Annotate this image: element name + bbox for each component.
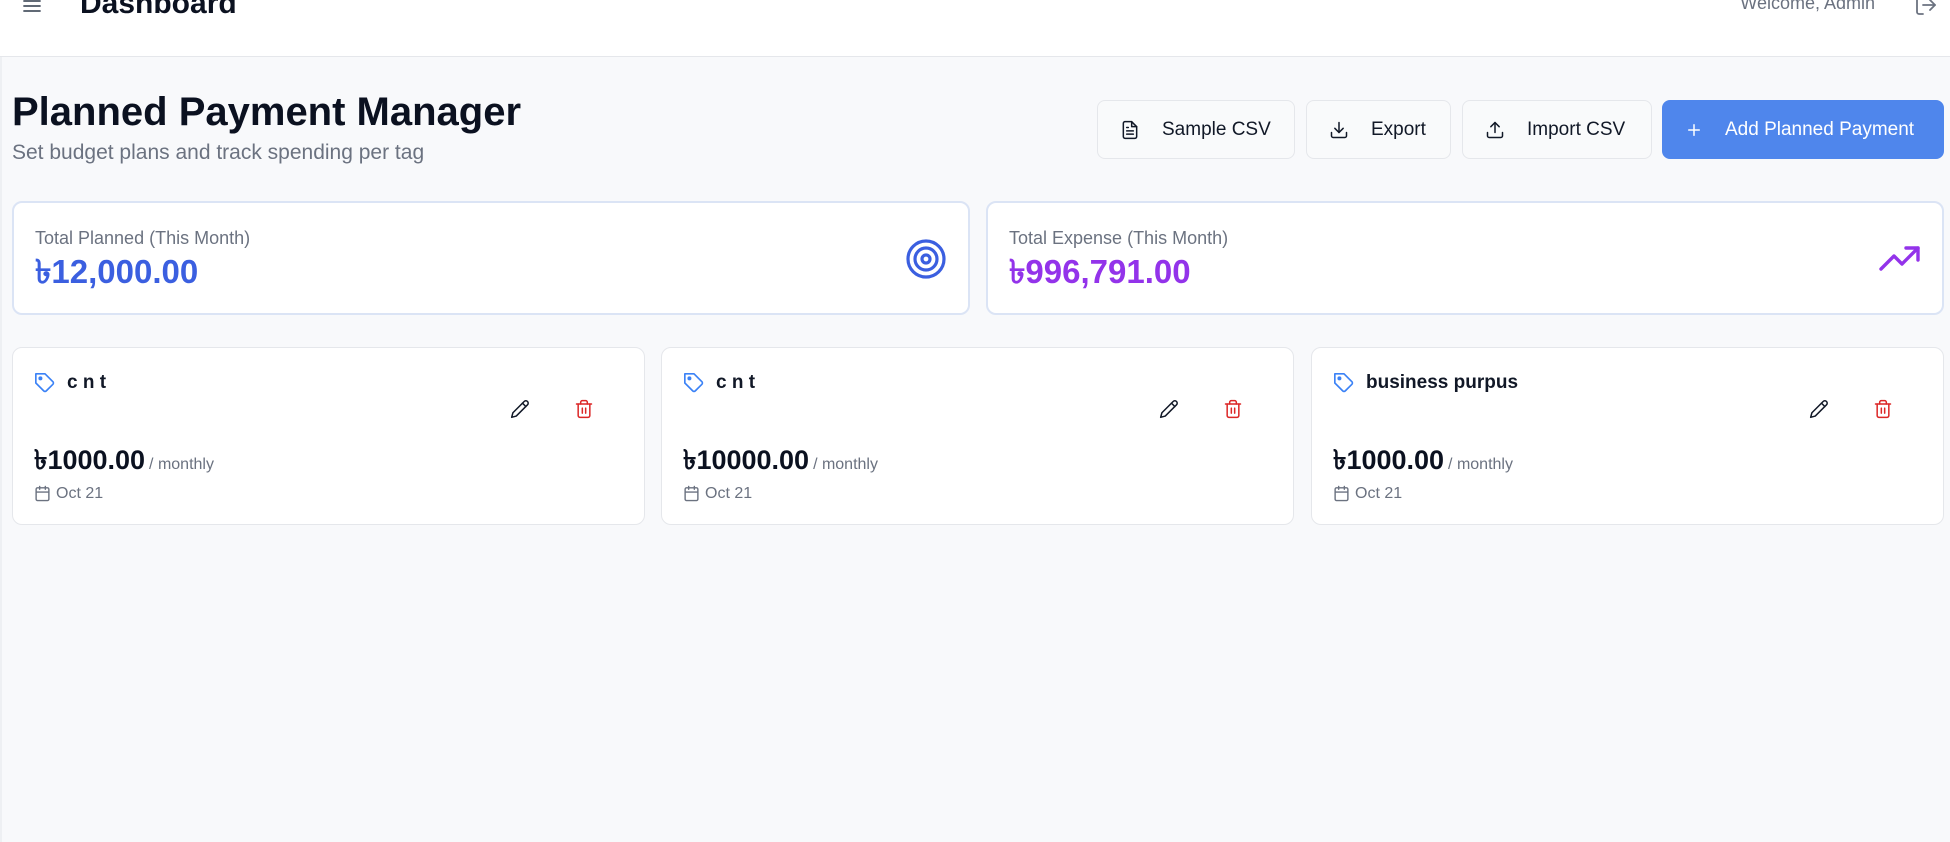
payment-date: Oct 21: [1355, 485, 1403, 502]
import-csv-label: Import CSV: [1527, 118, 1626, 140]
payment-period: / monthly: [149, 456, 214, 473]
export-button[interactable]: Export: [1306, 100, 1451, 159]
calendar-icon: [1334, 485, 1349, 502]
delete-button[interactable]: [1209, 385, 1257, 433]
delete-button[interactable]: [1859, 385, 1907, 433]
payment-amount-value: ৳1000.00: [1333, 445, 1445, 475]
edit-button[interactable]: [496, 385, 544, 433]
pencil-icon: [510, 400, 529, 419]
page-title: Planned Payment Manager: [12, 90, 522, 134]
delete-button[interactable]: [560, 385, 608, 433]
calendar-icon: [684, 485, 699, 502]
payment-amount: ৳1000.00/ monthly: [34, 443, 214, 482]
header-title: Dashboard: [80, 0, 237, 20]
total-planned-card: Total Planned (This Month) ৳12,000.00: [12, 201, 970, 315]
import-csv-button[interactable]: Import CSV: [1462, 100, 1652, 159]
total-planned-label: Total Planned (This Month): [35, 228, 251, 248]
payment-tag: c n t: [67, 372, 107, 393]
add-planned-payment-button[interactable]: Add Planned Payment: [1662, 100, 1944, 159]
payment-date: Oct 21: [705, 485, 753, 502]
payment-amount-value: ৳1000.00: [34, 445, 146, 475]
total-expense-label: Total Expense (This Month): [1009, 228, 1229, 248]
download-icon: [1330, 121, 1348, 138]
upload-icon: [1486, 121, 1504, 138]
payment-amount-value: ৳10000.00: [683, 445, 810, 475]
plus-icon: [1688, 123, 1700, 136]
sample-csv-label: Sample CSV: [1162, 118, 1271, 140]
page-subtitle: Set budget plans and track spending per …: [12, 141, 425, 164]
total-expense-value: ৳996,791.00: [1009, 253, 1191, 290]
planned-payment-card: business purpus ৳1000.00/ monthly Oct 21: [1311, 347, 1944, 525]
sidebar-edge: [0, 57, 2, 842]
target-icon: [906, 239, 946, 279]
calendar-icon: [35, 485, 50, 502]
welcome-text: Welcome, Admin: [1740, 0, 1875, 13]
total-expense-card: Total Expense (This Month) ৳996,791.00: [986, 201, 1944, 315]
top-bar: Dashboard Welcome, Admin: [0, 0, 1950, 57]
total-planned-value: ৳12,000.00: [35, 253, 199, 290]
add-planned-payment-label: Add Planned Payment: [1725, 118, 1915, 140]
planned-payment-card: c n t ৳10000.00/ monthly Oct 21: [661, 347, 1294, 525]
tag-icon: [35, 373, 55, 393]
payment-amount: ৳10000.00/ monthly: [683, 443, 878, 482]
file-text-icon: [1122, 120, 1138, 139]
sample-csv-button[interactable]: Sample CSV: [1097, 100, 1295, 159]
payment-tag: c n t: [716, 372, 756, 393]
payment-period: / monthly: [813, 456, 878, 473]
payment-period: / monthly: [1448, 456, 1513, 473]
trending-up-icon: [1879, 246, 1920, 271]
menu-icon[interactable]: [20, 0, 44, 18]
trash-icon: [1224, 399, 1242, 419]
payment-tag: business purpus: [1366, 372, 1519, 393]
export-label: Export: [1371, 118, 1426, 140]
pencil-icon: [1159, 400, 1178, 419]
payment-date: Oct 21: [56, 485, 104, 502]
edit-button[interactable]: [1795, 385, 1843, 433]
planned-payment-card: c n t ৳1000.00/ monthly Oct 21: [12, 347, 645, 525]
payment-amount: ৳1000.00/ monthly: [1333, 443, 1513, 482]
pencil-icon: [1809, 400, 1828, 419]
tag-icon: [1334, 373, 1354, 393]
trash-icon: [575, 399, 593, 419]
trash-icon: [1874, 399, 1892, 419]
tag-icon: [684, 373, 704, 393]
logout-icon[interactable]: [1914, 0, 1938, 17]
edit-button[interactable]: [1145, 385, 1193, 433]
